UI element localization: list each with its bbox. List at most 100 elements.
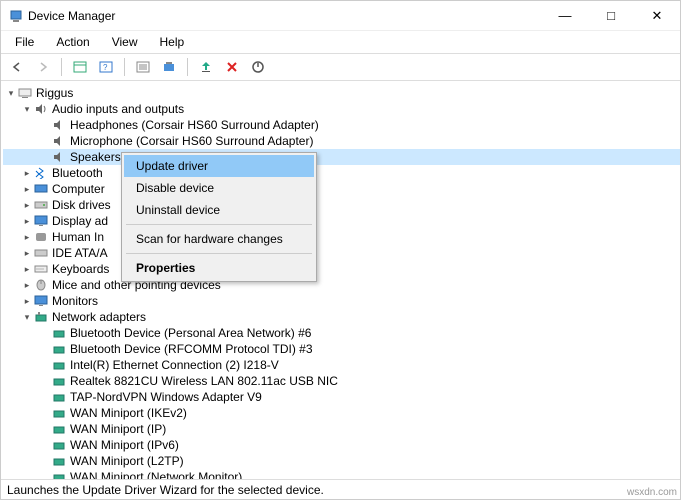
expander-icon[interactable]: ▸ [21,280,33,291]
adapter-icon [51,358,67,372]
disk-icon [33,198,49,212]
tree-item[interactable]: WAN Miniport (IPv6) [3,437,680,453]
tree-label: Disk drives [52,198,111,212]
uninstall-toolbar-button[interactable] [222,57,242,77]
tree-category-computer[interactable]: ▸ Computer [3,181,680,197]
tree-label: WAN Miniport (IKEv2) [70,406,187,420]
tree-item[interactable]: Bluetooth Device (RFCOMM Protocol TDI) #… [3,341,680,357]
titlebar: Device Manager ― □ ✕ [1,1,680,31]
tree-category-ide[interactable]: ▸ IDE ATA/A [3,245,680,261]
tree-label: Keyboards [52,262,109,276]
tree-label: WAN Miniport (IP) [70,422,166,436]
context-separator [126,224,312,225]
expander-icon[interactable]: ▸ [21,264,33,275]
tree-label: Headphones (Corsair HS60 Surround Adapte… [70,118,319,132]
tree-label: TAP-NordVPN Windows Adapter V9 [70,390,262,404]
menu-action[interactable]: Action [46,33,99,51]
toolbar-sep [124,58,125,76]
help-toolbar-button[interactable]: ? [96,57,116,77]
adapter-icon [51,454,67,468]
maximize-button[interactable]: □ [588,1,634,31]
tree-item[interactable]: WAN Miniport (L2TP) [3,453,680,469]
adapter-icon [51,390,67,404]
tree-item[interactable]: Headphones (Corsair HS60 Surround Adapte… [3,117,680,133]
menu-view[interactable]: View [102,33,148,51]
tree-label: Bluetooth Device (RFCOMM Protocol TDI) #… [70,342,313,356]
properties-toolbar-button[interactable] [133,57,153,77]
expander-icon[interactable]: ▾ [21,104,33,115]
tree-category-monitors[interactable]: ▸ Monitors [3,293,680,309]
tree-item[interactable]: WAN Miniport (IP) [3,421,680,437]
tree-label: Riggus [36,86,73,100]
tree-item[interactable]: WAN Miniport (Network Monitor) [3,469,680,479]
expander-icon[interactable]: ▸ [21,200,33,211]
context-update-driver[interactable]: Update driver [124,155,314,177]
expander-icon[interactable]: ▸ [21,184,33,195]
tree-category-display[interactable]: ▸ Display ad [3,213,680,229]
tree-category-audio[interactable]: ▾ Audio inputs and outputs [3,101,680,117]
expander-icon[interactable]: ▸ [21,216,33,227]
tree-label: Computer [52,182,105,196]
forward-button[interactable] [33,57,53,77]
tree-item[interactable]: WAN Miniport (IKEv2) [3,405,680,421]
close-button[interactable]: ✕ [634,1,680,31]
menu-file[interactable]: File [5,33,44,51]
tree-category-bluetooth[interactable]: ▸ Bluetooth [3,165,680,181]
tree-item[interactable]: Bluetooth Device (Personal Area Network)… [3,325,680,341]
tree-category-mice[interactable]: ▸ Mice and other pointing devices [3,277,680,293]
toolbar-sep [61,58,62,76]
speaker-icon [51,150,67,164]
adapter-icon [51,470,67,479]
tree-category-network[interactable]: ▾ Network adapters [3,309,680,325]
tree-label: Human In [52,230,104,244]
back-button[interactable] [7,57,27,77]
context-properties[interactable]: Properties [124,257,314,279]
context-scan-hardware[interactable]: Scan for hardware changes [124,228,314,250]
context-disable-device[interactable]: Disable device [124,177,314,199]
expander-icon[interactable]: ▾ [5,88,17,99]
bluetooth-icon [33,166,49,180]
app-icon [9,9,25,23]
tree-category-keyboards[interactable]: ▸ Keyboards [3,261,680,277]
expander-icon[interactable]: ▸ [21,232,33,243]
tree-item[interactable]: Microphone (Corsair HS60 Surround Adapte… [3,133,680,149]
tree-category-hid[interactable]: ▸ Human In [3,229,680,245]
tree-category-disk[interactable]: ▸ Disk drives [3,197,680,213]
adapter-icon [51,406,67,420]
tree-label: WAN Miniport (IPv6) [70,438,179,452]
disable-toolbar-button[interactable] [248,57,268,77]
expander-icon[interactable]: ▸ [21,296,33,307]
menu-help[interactable]: Help [150,33,195,51]
context-uninstall-device[interactable]: Uninstall device [124,199,314,221]
expander-icon[interactable]: ▾ [21,312,33,323]
window-title: Device Manager [28,9,542,23]
network-icon [33,310,49,324]
tree-label: Realtek 8821CU Wireless LAN 802.11ac USB… [70,374,338,388]
adapter-icon [51,342,67,356]
tree-item[interactable]: Intel(R) Ethernet Connection (2) I218-V [3,357,680,373]
update-driver-toolbar-button[interactable] [196,57,216,77]
show-hidden-button[interactable] [70,57,90,77]
hid-icon [33,230,49,244]
device-tree[interactable]: ▾ Riggus ▾ Audio inputs and outputs Head… [1,81,680,479]
expander-icon[interactable]: ▸ [21,248,33,259]
tree-label: Bluetooth [52,166,103,180]
statusbar: Launches the Update Driver Wizard for th… [1,479,680,499]
tree-root[interactable]: ▾ Riggus [3,85,680,101]
toolbar-sep [187,58,188,76]
tree-label: WAN Miniport (L2TP) [70,454,184,468]
tree-item[interactable]: Realtek 8821CU Wireless LAN 802.11ac USB… [3,373,680,389]
monitor-icon [33,294,49,308]
speaker-icon [51,134,67,148]
tree-item[interactable]: TAP-NordVPN Windows Adapter V9 [3,389,680,405]
pc-icon [33,182,49,196]
tree-label: Audio inputs and outputs [52,102,184,116]
tree-label: WAN Miniport (Network Monitor) [70,470,242,479]
tree-label: Monitors [52,294,98,308]
scan-hardware-button[interactable] [159,57,179,77]
minimize-button[interactable]: ― [542,1,588,31]
tree-item-selected[interactable]: Speakers (Realtek High Definition Audio) [3,149,680,165]
tree-label: IDE ATA/A [52,246,108,260]
expander-icon[interactable]: ▸ [21,168,33,179]
context-menu: Update driver Disable device Uninstall d… [121,152,317,282]
